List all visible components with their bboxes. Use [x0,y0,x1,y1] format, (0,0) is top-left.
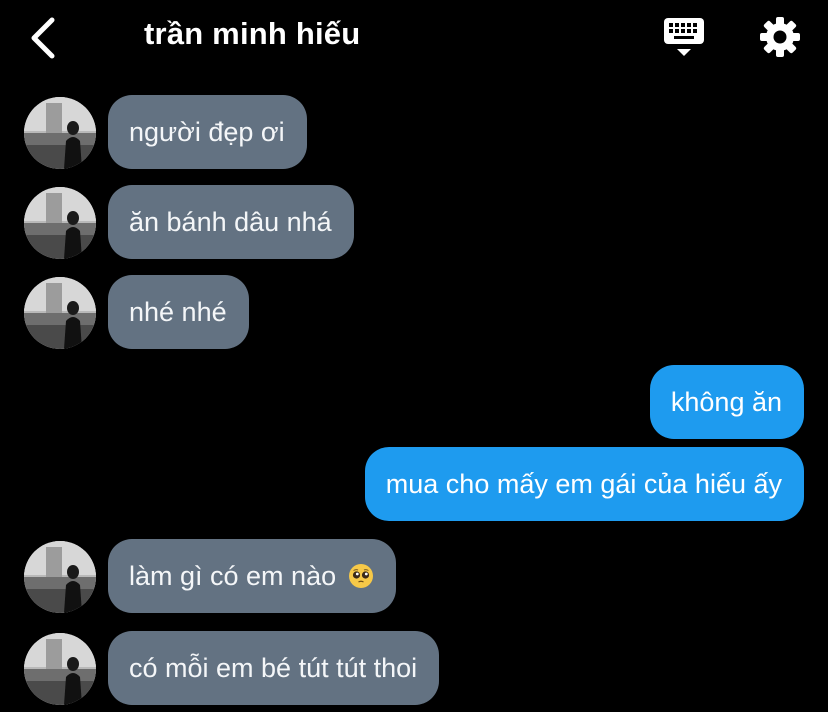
message-row-outgoing: mua cho mấy em gái của hiếu ấy [0,447,828,521]
message-row-outgoing: không ăn [0,365,828,439]
message-row-incoming: có mỗi em bé tút tút thoi [0,631,828,705]
incoming-message-bubble[interactable]: nhé nhé [108,275,249,349]
incoming-message-bubble[interactable]: có mỗi em bé tút tút thoi [108,631,440,705]
message-row-incoming: làm gì có em nào [0,539,828,613]
chat-header: trần minh hiếu [0,0,828,80]
outgoing-message-bubble[interactable]: mua cho mấy em gái của hiếu ấy [364,447,804,521]
keyboard-icon [664,18,704,56]
incoming-message-bubble[interactable]: người đẹp ơi [108,95,307,169]
avatar[interactable] [24,97,96,169]
pleading-face-emoji-icon [348,563,373,588]
message-row-incoming: nhé nhé [0,275,828,349]
back-button[interactable] [24,14,64,62]
avatar[interactable] [24,187,96,259]
message-row-incoming: ăn bánh dâu nhá [0,185,828,259]
gear-icon [760,17,800,57]
message-row-incoming: người đẹp ơi [0,95,828,169]
chat-title: trần minh hiếu [144,16,361,51]
message-text: làm gì có em nào [129,561,337,591]
incoming-message-bubble[interactable]: làm gì có em nào [108,539,396,613]
incoming-message-bubble[interactable]: ăn bánh dâu nhá [108,185,354,259]
settings-button[interactable] [755,12,805,62]
avatar[interactable] [24,541,96,613]
avatar[interactable] [24,277,96,349]
keyboard-toggle-button[interactable] [660,14,708,62]
avatar[interactable] [24,633,96,705]
outgoing-message-bubble[interactable]: không ăn [649,365,804,439]
chevron-left-icon [31,17,55,59]
